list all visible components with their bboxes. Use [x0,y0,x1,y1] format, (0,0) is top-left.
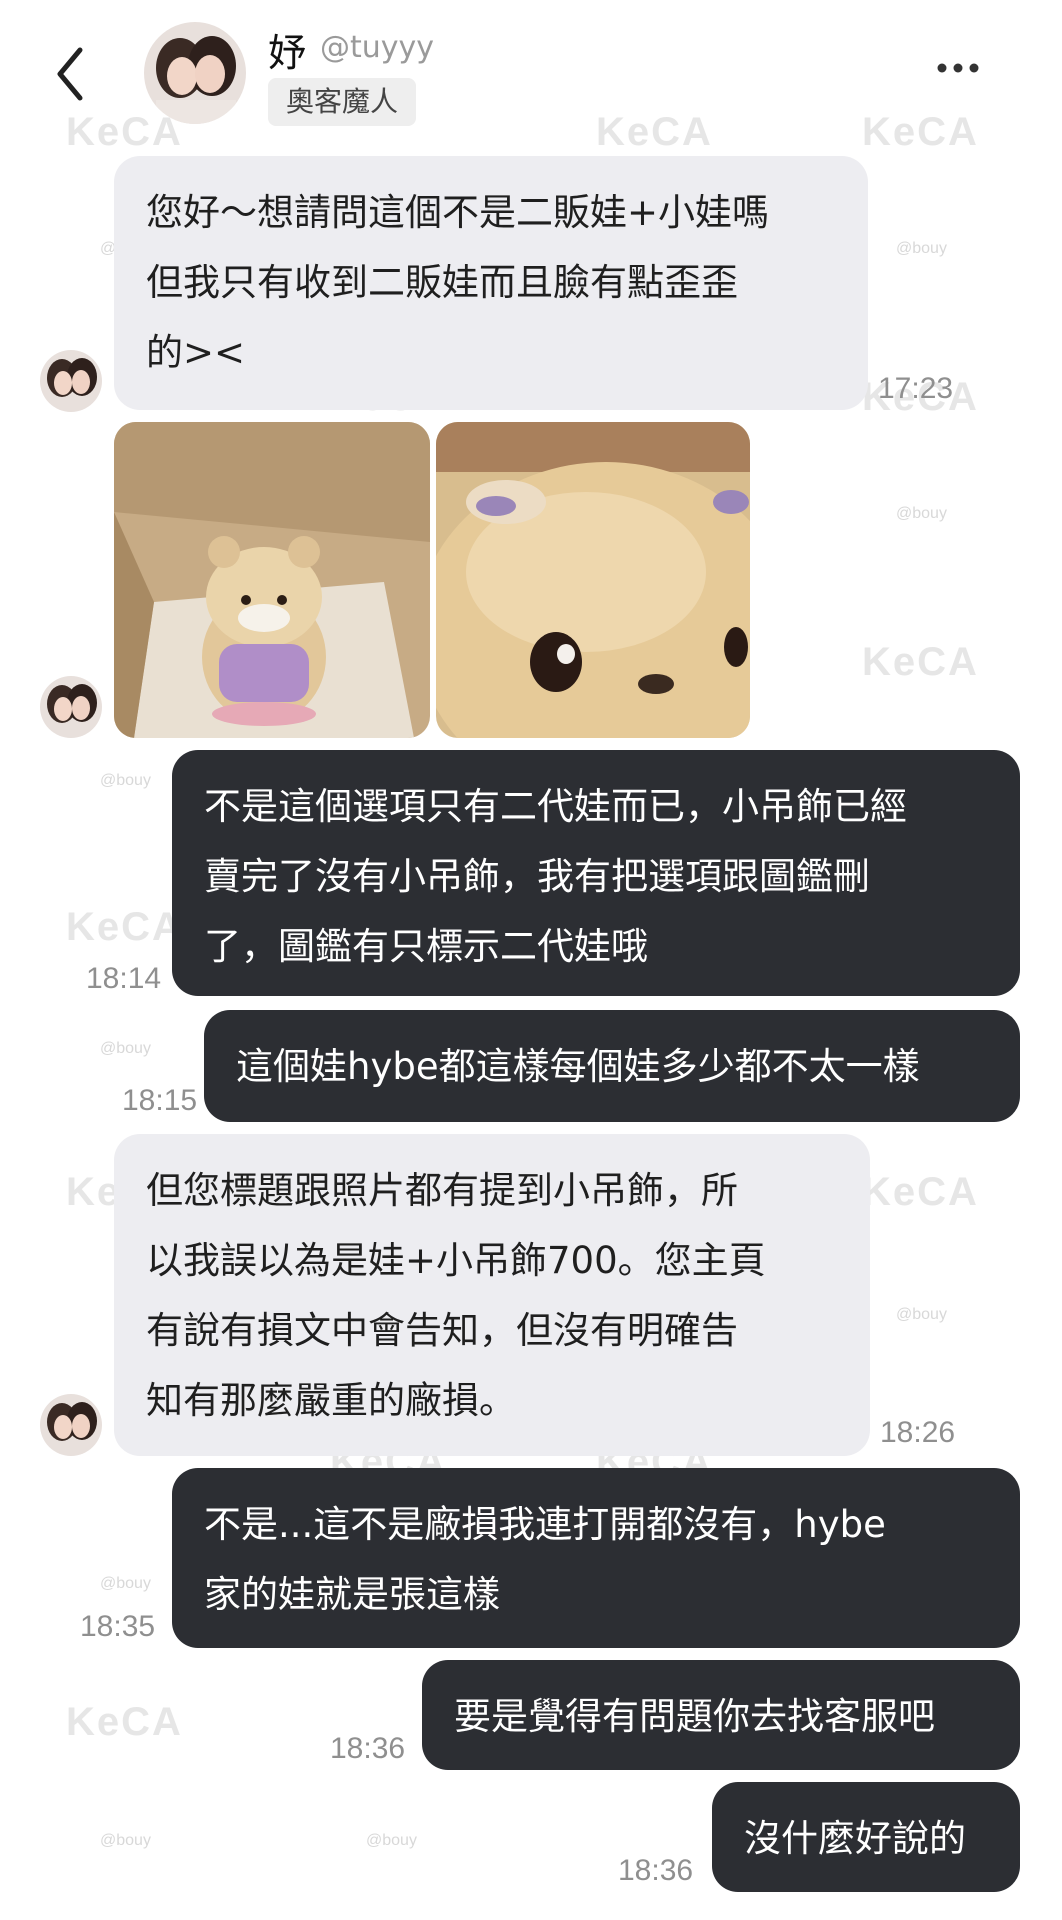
avatar[interactable] [40,1394,102,1456]
plush-doll-face-closeup-photo[interactable] [436,422,750,738]
watermark-handle: @bouy [896,240,947,257]
contact-badge: 奧客魔人 [268,78,417,126]
message-timestamp: 17:23 [878,372,954,405]
outgoing-message[interactable]: 這個娃hybe都這樣每個娃多少都不太一樣 [204,1010,1020,1122]
outgoing-message[interactable]: 要是覺得有問題你去找客服吧 [422,1660,1020,1770]
avatar[interactable] [40,676,102,738]
message-timestamp: 18:14 [86,962,162,995]
contact-name: 妤 [268,31,307,75]
watermark-handle: @bouy [100,1040,151,1057]
watermark-handle: @bouy [100,1575,151,1592]
outgoing-message[interactable]: 沒什麼好說的 [712,1782,1020,1892]
watermark-logo: KeCA [862,640,979,684]
message-timestamp: 18:36 [618,1854,694,1887]
watermark-logo: KeCA [66,905,183,949]
incoming-message[interactable]: 您好～想請問這個不是二販娃+小娃嗎 但我只有收到二販娃而且臉有點歪歪 的>< [114,156,868,410]
chevron-left-icon[interactable] [52,44,92,104]
watermark-handle: @bouy [366,1832,417,1849]
more-horizontal-icon[interactable] [936,60,980,74]
outgoing-message[interactable]: 不是這個選項只有二代娃而已，小吊飾已經 賣完了沒有小吊飾，我有把選項跟圖鑑刪 了… [172,750,1020,996]
outgoing-message[interactable]: 不是...這不是廠損我連打開都沒有，hybe 家的娃就是張這樣 [172,1468,1020,1648]
incoming-message[interactable]: 但您標題跟照片都有提到小吊飾，所 以我誤以為是娃+小吊飾700。您主頁 有說有損… [114,1134,870,1456]
message-timestamp: 18:36 [330,1732,406,1765]
message-timestamp: 18:26 [880,1416,956,1449]
message-timestamp: 18:35 [80,1610,156,1643]
avatar[interactable] [144,22,246,124]
chat-header: 妤 @tuyyy 奧客魔人 [0,0,1062,140]
message-timestamp: 18:15 [122,1084,198,1117]
contact-handle: @tuyyy [320,30,435,65]
watermark-handle: @bouy [896,505,947,522]
watermark-handle: @bouy [100,772,151,789]
watermark-logo: KeCA [862,1170,979,1214]
plush-doll-in-box-photo[interactable] [114,422,430,738]
watermark-handle: @bouy [896,1306,947,1323]
watermark-logo: KeCA [66,1700,183,1744]
watermark-handle: @bouy [100,1832,151,1849]
avatar[interactable] [40,350,102,412]
